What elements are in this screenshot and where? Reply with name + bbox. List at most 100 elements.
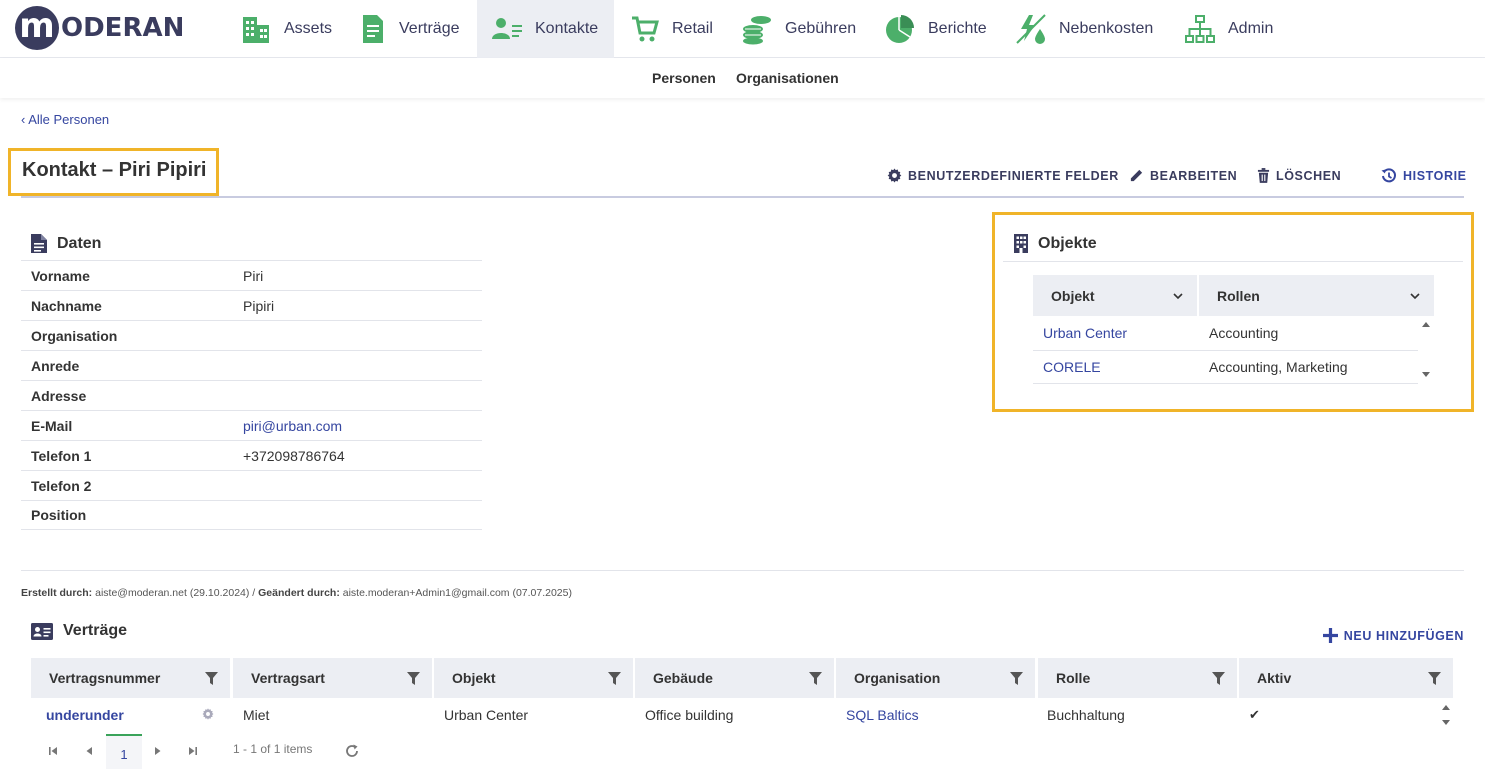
nav-item-nebenkosten[interactable]: Nebenkosten (1001, 0, 1167, 58)
edit-button[interactable]: BEARBEITEN (1129, 168, 1237, 183)
column-header-aktiv[interactable]: Aktiv (1239, 658, 1453, 698)
data-value: Piri (243, 267, 264, 284)
filter-icon[interactable] (1428, 671, 1441, 685)
nav-item-vertraege[interactable]: Verträge (345, 0, 473, 58)
data-row: Telefon 1 +372098786764 (21, 440, 482, 470)
column-header-rollen[interactable]: Rollen (1199, 275, 1434, 316)
meta-separator: / (249, 587, 259, 599)
data-label: Adresse (31, 387, 87, 404)
custom-fields-button[interactable]: BENUTZERDEFINIERTE FELDER (887, 168, 1119, 183)
nav-label-vertraege: Verträge (399, 20, 460, 37)
data-row: Vorname Piri (21, 260, 482, 290)
nav-item-retail[interactable]: Retail (616, 0, 727, 58)
history-icon (1381, 168, 1396, 183)
column-label: Vertragsart (251, 670, 325, 686)
coins-icon (743, 16, 771, 45)
filter-icon[interactable] (407, 671, 420, 685)
column-label: Aktiv (1257, 670, 1292, 686)
gebaeude-cell: Office building (645, 707, 734, 723)
column-header-gebaeude[interactable]: Gebäude (635, 658, 834, 698)
nav-item-admin[interactable]: Admin (1170, 0, 1287, 58)
data-row: Organisation (21, 320, 482, 350)
gear-icon (887, 168, 902, 183)
column-header-objekt[interactable]: Objekt (434, 658, 633, 698)
contract-card-icon (31, 622, 53, 640)
column-label: Gebäude (653, 670, 713, 686)
page-button-current[interactable]: 1 (106, 734, 142, 769)
top-navigation: m ODERAN Assets Verträge Kontakte Retail… (0, 0, 1485, 58)
data-row: Telefon 2 (21, 470, 482, 500)
delete-label: LÖSCHEN (1276, 168, 1342, 183)
contract-number-link[interactable]: underunder (46, 707, 124, 723)
data-label: Position (31, 507, 87, 523)
plus-icon (1322, 628, 1338, 643)
trash-icon (1257, 168, 1270, 183)
audit-info: Erstellt durch: aiste@moderan.net (29.10… (21, 587, 572, 599)
data-row: Position (21, 500, 482, 530)
column-header-vertragsart[interactable]: Vertragsart (233, 658, 432, 698)
history-button[interactable]: HISTORIE (1381, 168, 1467, 184)
daten-section-header: Daten (31, 234, 101, 253)
chevron-down-icon[interactable] (1173, 292, 1183, 300)
rolle-cell: Buchhaltung (1047, 707, 1125, 723)
gear-icon[interactable] (202, 708, 214, 720)
moderan-logo[interactable]: m ODERAN (15, 6, 184, 50)
document-icon (363, 15, 383, 43)
contact-card-icon (492, 18, 522, 39)
column-label: Rolle (1056, 670, 1091, 686)
column-header-objekt[interactable]: Objekt (1033, 275, 1197, 316)
subnav-organisationen[interactable]: Organisationen (736, 70, 839, 86)
nav-label-nebenkosten: Nebenkosten (1059, 20, 1154, 37)
column-label: Organisation (854, 670, 941, 686)
nav-item-kontakte[interactable]: Kontakte (477, 0, 614, 58)
back-link-alle-personen[interactable]: ‹ Alle Personen (21, 112, 109, 127)
changed-label: Geändert durch: (258, 587, 340, 599)
email-link[interactable]: piri@urban.com (243, 418, 342, 434)
chevron-down-icon[interactable] (1410, 292, 1420, 300)
scroll-up-icon[interactable] (1441, 703, 1451, 711)
changed-value: aiste.moderan+Admin1@gmail.com (07.07.20… (342, 587, 572, 599)
objekt-link[interactable]: CORELE (1043, 359, 1101, 375)
data-row: E-Mail piri@urban.com (21, 410, 482, 440)
objekte-divider (1003, 261, 1463, 262)
refresh-icon[interactable] (345, 744, 359, 758)
scroll-down-icon[interactable] (1421, 371, 1431, 379)
nav-item-gebuehren[interactable]: Gebühren (727, 0, 870, 58)
sub-navigation: Personen Organisationen (0, 58, 1485, 98)
logo-text: ODERAN (61, 13, 185, 43)
previous-page-icon[interactable] (84, 746, 94, 756)
nav-label-assets: Assets (284, 20, 333, 37)
first-page-icon[interactable] (48, 746, 58, 756)
utilities-icon (1016, 14, 1046, 44)
data-label: E-Mail (31, 417, 73, 434)
filter-icon[interactable] (205, 671, 218, 685)
filter-icon[interactable] (809, 671, 822, 685)
nav-label-berichte: Berichte (928, 20, 987, 37)
nav-item-assets[interactable]: Assets (226, 0, 346, 58)
scroll-down-icon[interactable] (1441, 719, 1451, 727)
column-header-organisation[interactable]: Organisation (836, 658, 1035, 698)
subnav-personen[interactable]: Personen (652, 70, 716, 86)
filter-icon[interactable] (1010, 671, 1023, 685)
data-label: Telefon 2 (31, 477, 92, 494)
row-divider (1033, 383, 1418, 384)
data-label: Nachname (31, 297, 102, 314)
filter-icon[interactable] (1212, 671, 1225, 685)
objekt-cell: Urban Center (444, 707, 529, 723)
scroll-up-icon[interactable] (1421, 320, 1431, 328)
rollen-cell: Accounting, Marketing (1209, 359, 1348, 375)
delete-button[interactable]: LÖSCHEN (1257, 168, 1341, 183)
data-label: Vorname (31, 267, 90, 284)
filter-icon[interactable] (608, 671, 621, 685)
nav-label-retail: Retail (672, 20, 713, 37)
nav-label-kontakte: Kontakte (535, 20, 599, 37)
column-header-vertragsnummer[interactable]: Vertragsnummer (31, 658, 230, 698)
column-header-rolle[interactable]: Rolle (1038, 658, 1237, 698)
organisation-link[interactable]: SQL Baltics (846, 707, 919, 723)
add-new-contract-button[interactable]: NEU HINZUFÜGEN (1322, 628, 1464, 643)
last-page-icon[interactable] (188, 746, 198, 756)
objekt-link[interactable]: Urban Center (1043, 325, 1127, 341)
next-page-icon[interactable] (153, 746, 163, 756)
file-text-icon (31, 234, 47, 253)
nav-item-berichte[interactable]: Berichte (870, 0, 1001, 58)
